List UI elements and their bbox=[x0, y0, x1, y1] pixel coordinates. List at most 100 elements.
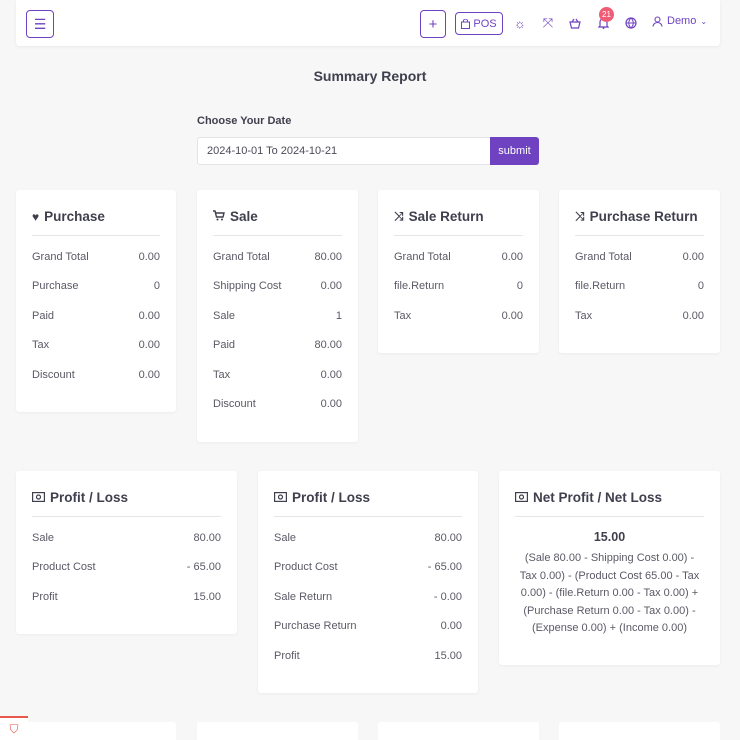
row-value: 0.00 bbox=[138, 309, 160, 322]
row-value: 80.00 bbox=[193, 531, 221, 544]
row-label: Product Cost bbox=[32, 561, 96, 574]
summary-row: Grand Total 0.00 bbox=[575, 242, 704, 272]
card-header: Profit / Loss bbox=[32, 471, 221, 517]
row-label: Purchase bbox=[32, 280, 79, 293]
row-label: Paid bbox=[32, 309, 55, 322]
chevron-down-icon: ⌄ bbox=[700, 16, 708, 26]
cart-icon bbox=[213, 210, 225, 224]
net-profit-value: 15.00 bbox=[593, 530, 626, 544]
row-value: 0.00 bbox=[320, 280, 342, 293]
add-button[interactable]: + bbox=[420, 10, 446, 38]
globe-icon[interactable] bbox=[622, 14, 640, 32]
summary-row: Grand Total 0.00 bbox=[32, 242, 160, 272]
row-label: file.Return bbox=[575, 280, 626, 293]
row-label: Purchase Return bbox=[274, 620, 357, 633]
row-value: 80.00 bbox=[314, 250, 342, 263]
row-label: Profit bbox=[32, 590, 58, 603]
card-title: Sale bbox=[230, 209, 258, 224]
summary-row: Profit 15.00 bbox=[32, 582, 221, 612]
card-title: Sale Return bbox=[408, 209, 484, 224]
row-label: Shipping Cost bbox=[213, 280, 282, 293]
summary-row: Discount 0.00 bbox=[32, 360, 160, 390]
net-profit-card: Net Profit / Net Loss 15.00 (Sale 80.00 … bbox=[499, 471, 720, 665]
bottom-card bbox=[378, 722, 539, 740]
summary-row: file.Return 0 bbox=[394, 272, 523, 302]
add-button-label: + bbox=[428, 15, 438, 33]
row-value: - 0.00 bbox=[433, 590, 462, 603]
profit-loss-detail-card: Profit / Loss Sale 80.00 Product Cost - 65.… bbox=[258, 471, 478, 693]
row-value: 0 bbox=[697, 280, 704, 293]
summary-row: Sale 80.00 bbox=[32, 523, 221, 553]
summary-row: Tax 0.00 bbox=[575, 301, 704, 331]
row-label: Grand Total bbox=[394, 250, 451, 263]
money-icon bbox=[274, 491, 288, 505]
row-value: - 65.00 bbox=[186, 561, 221, 574]
summary-row: Paid 80.00 bbox=[213, 331, 342, 361]
summary-row: Purchase 0 bbox=[32, 272, 160, 302]
user-menu[interactable]: Demo ⌄ bbox=[652, 15, 707, 27]
hamburger-icon: ☰ bbox=[33, 15, 47, 32]
purchase-return-card: ⤨ Purchase Return Grand Total 0.00 file.Ret… bbox=[559, 190, 720, 353]
row-label: Profit bbox=[274, 649, 300, 662]
money-icon bbox=[32, 491, 46, 505]
summary-row: Grand Total 0.00 bbox=[394, 242, 523, 272]
summary-row: Sale 80.00 bbox=[274, 523, 462, 553]
summary-row: Purchase Return 0.00 bbox=[274, 612, 462, 642]
profit-loss-card: Profit / Loss Sale 80.00 Product Cost - 65.… bbox=[16, 471, 237, 634]
fullscreen-icon[interactable]: ⤧ bbox=[539, 14, 557, 32]
row-label: Grand Total bbox=[32, 250, 89, 263]
card-title: Profit / Loss bbox=[292, 490, 371, 505]
pos-button[interactable]: POS bbox=[455, 12, 503, 35]
row-value: 0.00 bbox=[682, 309, 704, 322]
row-value: 0.00 bbox=[320, 398, 342, 411]
net-profit-formula: (Sale 80.00 - Shipping Cost 0.00) - Tax … bbox=[519, 552, 700, 634]
bottom-card bbox=[197, 722, 358, 740]
summary-row: Product Cost - 65.00 bbox=[32, 553, 221, 583]
row-value: 0.00 bbox=[501, 250, 523, 263]
row-value: 0.00 bbox=[138, 368, 160, 381]
row-label: file.Return bbox=[394, 280, 445, 293]
summary-row: Sale Return - 0.00 bbox=[274, 582, 462, 612]
summary-row: file.Return 0 bbox=[575, 272, 704, 302]
user-icon bbox=[652, 15, 663, 27]
row-label: Sale bbox=[274, 531, 297, 544]
row-value: 0.00 bbox=[440, 620, 462, 633]
submit-button[interactable]: submit bbox=[490, 137, 539, 165]
card-header: ⤨ Sale Return bbox=[394, 190, 523, 236]
row-label: Tax bbox=[575, 309, 593, 322]
shuffle-icon: ⤨ bbox=[575, 209, 585, 223]
top-navbar: ☰ + POS ☼ ⤧ 21 Demo ⌄ bbox=[16, 0, 720, 46]
summary-row: Shipping Cost 0.00 bbox=[213, 272, 342, 302]
summary-row: Sale 1 bbox=[213, 301, 342, 331]
card-header: Net Profit / Net Loss bbox=[515, 471, 704, 517]
row-value: 0.00 bbox=[501, 309, 523, 322]
summary-row: Grand Total 80.00 bbox=[213, 242, 342, 272]
date-range-input[interactable]: 2024-10-01 To 2024-10-21 bbox=[197, 137, 491, 165]
card-title: Profit / Loss bbox=[50, 490, 129, 505]
menu-toggle-button[interactable]: ☰ bbox=[26, 10, 54, 38]
row-label: Discount bbox=[213, 398, 256, 411]
summary-row: Product Cost - 65.00 bbox=[274, 553, 462, 583]
framework-logo-icon[interactable]: ⛉ bbox=[0, 716, 28, 740]
summary-row: Tax 0.00 bbox=[32, 331, 160, 361]
card-header: Profit / Loss bbox=[274, 471, 462, 517]
summary-row: Paid 0.00 bbox=[32, 301, 160, 331]
summary-row: Tax 0.00 bbox=[394, 301, 523, 331]
row-label: Grand Total bbox=[213, 250, 270, 263]
date-label: Choose Your Date bbox=[197, 115, 292, 127]
notification-badge: 21 bbox=[599, 7, 614, 22]
row-label: Product Cost bbox=[274, 561, 338, 574]
summary-row: Discount 0.00 bbox=[213, 390, 342, 420]
card-header: ♥ Purchase bbox=[32, 190, 160, 236]
sun-icon[interactable]: ☼ bbox=[511, 14, 529, 32]
bottom-card bbox=[16, 722, 176, 740]
row-value: - 65.00 bbox=[427, 561, 462, 574]
shuffle-icon: ⤨ bbox=[394, 209, 404, 223]
summary-row: Profit 15.00 bbox=[274, 641, 462, 671]
purchase-card: ♥ Purchase Grand Total 0.00 Purchase 0 Paid 0.… bbox=[16, 190, 176, 412]
basket-icon[interactable] bbox=[566, 14, 584, 32]
money-icon bbox=[515, 491, 529, 505]
row-value: 0 bbox=[153, 280, 160, 293]
bag-icon bbox=[461, 18, 471, 29]
row-label: Tax bbox=[394, 309, 412, 322]
